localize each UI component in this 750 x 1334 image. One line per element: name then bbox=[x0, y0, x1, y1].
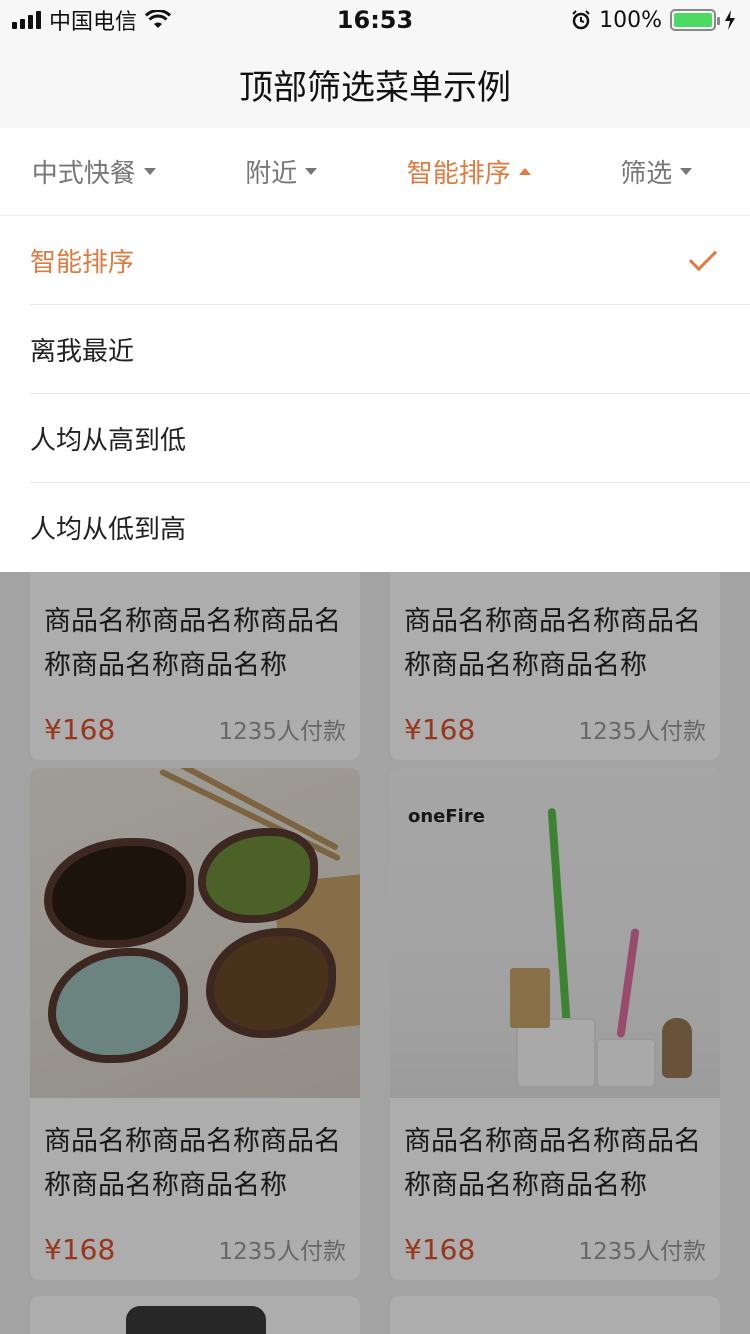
battery-icon bbox=[670, 9, 720, 31]
clock: 16:53 bbox=[336, 6, 414, 34]
filter-tab-category[interactable]: 中式快餐 bbox=[0, 128, 188, 215]
sort-option-smart[interactable]: 智能排序 bbox=[30, 216, 750, 305]
filter-tab-label: 附近 bbox=[245, 159, 298, 189]
caret-down-icon bbox=[143, 168, 156, 175]
status-right: 100% bbox=[571, 8, 736, 33]
filter-tab-label: 智能排序 bbox=[406, 159, 511, 189]
caret-down-icon bbox=[305, 168, 318, 175]
alarm-icon bbox=[572, 10, 590, 30]
sort-option-label: 离我最近 bbox=[30, 336, 135, 367]
filter-tab-nearby[interactable]: 附近 bbox=[188, 128, 376, 215]
sort-option-label: 人均从高到低 bbox=[30, 425, 187, 456]
signal-icon bbox=[12, 11, 41, 29]
filter-tab-label: 筛选 bbox=[620, 159, 673, 189]
sort-option-label: 智能排序 bbox=[30, 247, 135, 278]
filter-tab-label: 中式快餐 bbox=[31, 159, 136, 189]
caret-up-icon bbox=[518, 168, 531, 175]
page-title: 顶部筛选菜单示例 bbox=[239, 67, 511, 108]
status-left: 中国电信 bbox=[12, 4, 172, 36]
carrier-label: 中国电信 bbox=[49, 10, 138, 35]
wifi-icon bbox=[145, 10, 172, 28]
filter-bar: 中式快餐 附近 智能排序 筛选 bbox=[0, 128, 750, 216]
status-bar: 中国电信 16:53 100% bbox=[0, 0, 750, 40]
sort-option-label: 人均从低到高 bbox=[30, 515, 187, 545]
nav-bar: 顶部筛选菜单示例 bbox=[0, 40, 750, 128]
filter-tab-filter[interactable]: 筛选 bbox=[563, 128, 750, 215]
sort-option-nearest[interactable]: 离我最近 bbox=[30, 305, 750, 394]
sort-dropdown: 智能排序 离我最近 人均从高到低 人均从低到高 bbox=[0, 216, 750, 572]
filter-tab-sort[interactable]: 智能排序 bbox=[375, 128, 563, 215]
sort-option-price-asc[interactable]: 人均从低到高 bbox=[30, 483, 750, 572]
check-icon bbox=[688, 242, 718, 272]
charging-icon bbox=[725, 10, 735, 30]
caret-down-icon bbox=[680, 168, 693, 175]
sort-option-price-desc[interactable]: 人均从高到低 bbox=[30, 394, 750, 483]
battery-percent: 100% bbox=[599, 7, 662, 33]
